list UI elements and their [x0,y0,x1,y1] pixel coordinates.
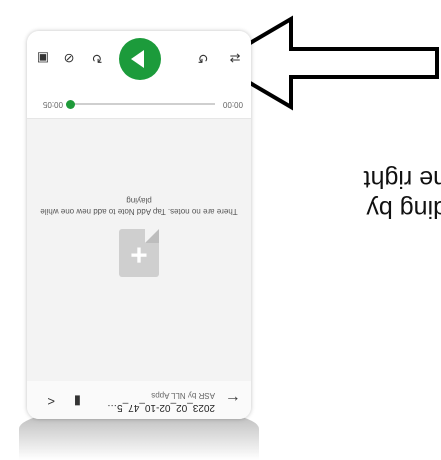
app-header: ← 2023_02_02-10_47_5… ASR by NLL Apps ▮ … [27,380,251,419]
seek-knob[interactable] [66,100,75,109]
audio-player: 00:00 00:05 ⇄ ↺ ↻ ⊘ ▣ [27,31,251,119]
phone-screen: ← 2023_02_02-10_47_5… ASR by NLL Apps ▮ … [27,31,251,419]
add-note-icon[interactable]: + [119,229,159,277]
elapsed-time: 00:00 [222,100,243,109]
empty-notes-message: There are no notes. Tap Add Note to add … [40,196,238,216]
play-icon [131,50,144,68]
notes-empty-state: + There are no notes. Tap Add Note to ad… [27,119,251,381]
repeat-icon[interactable]: ⇄ [225,48,245,68]
note-icon[interactable]: ▣ [33,48,53,68]
tutorial-stage: ding by ne right ← 2023_02_02-10_47_5… A… [0,0,441,460]
app-subtitle: ASR by NLL Apps [151,391,215,400]
recording-title: 2023_02_02-10_47_5… ASR by NLL Apps [95,391,215,413]
total-duration: 00:05 [42,100,63,109]
rewind-icon[interactable]: ↺ [193,48,213,68]
seek-bar[interactable] [71,103,215,105]
phone-icon[interactable]: ▮ [74,393,81,409]
play-button[interactable] [119,38,161,80]
recording-filename: 2023_02_02-10_47_5… [107,402,215,413]
share-icon[interactable]: < [47,394,55,409]
speed-icon[interactable]: ⊘ [59,48,79,68]
back-arrow-icon[interactable]: ← [225,391,241,409]
forward-icon[interactable]: ↻ [87,48,107,68]
